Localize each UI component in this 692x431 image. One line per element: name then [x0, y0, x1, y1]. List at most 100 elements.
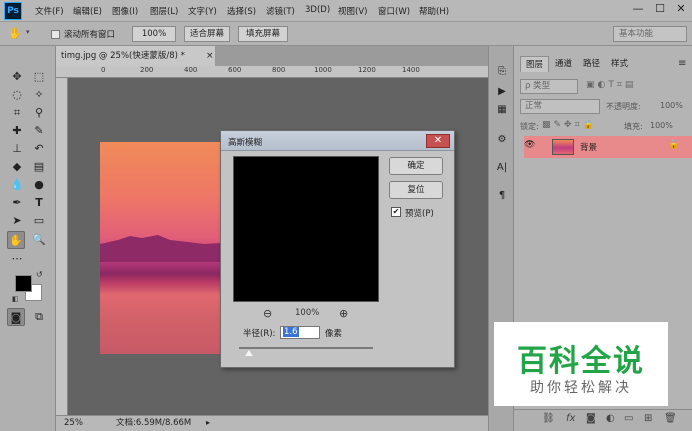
document-tab[interactable]: timg.jpg @ 25%(快速蒙版/8) * ×: [56, 46, 216, 66]
blur-preview[interactable]: [233, 156, 379, 302]
radius-slider-thumb[interactable]: [245, 350, 253, 356]
magic-wand-tool-icon[interactable]: ✧: [30, 86, 48, 104]
clone-stamp-tool-icon[interactable]: ⊥: [8, 140, 26, 158]
menu-filter[interactable]: 滤镜(T): [266, 5, 295, 17]
tab-layers[interactable]: 图层: [520, 56, 550, 72]
ruler-label: 800: [272, 66, 286, 74]
default-colors-icon[interactable]: ◧: [12, 295, 19, 303]
menu-type[interactable]: 文字(Y): [188, 5, 217, 17]
layers-panel-footer: ⛓ fx ◙ ◐ ▭ ⊞ 🗑: [514, 409, 692, 431]
eraser-tool-icon[interactable]: ◆: [8, 158, 26, 176]
ruler-label: 1000: [314, 66, 332, 74]
close-window-button[interactable]: ✕: [673, 2, 689, 18]
healing-brush-tool-icon[interactable]: ✚: [8, 122, 26, 140]
opacity-value[interactable]: 100%: [660, 101, 683, 110]
dodge-tool-icon[interactable]: ●: [30, 176, 48, 194]
preview-checkbox[interactable]: ✔: [391, 207, 401, 217]
shape-tool-icon[interactable]: ▭: [30, 212, 48, 230]
zoom-tool-icon[interactable]: 🔍: [30, 231, 48, 249]
ok-button[interactable]: 确定: [389, 157, 443, 175]
pen-tool-icon[interactable]: ✒: [8, 194, 26, 212]
workspace-select[interactable]: 基本功能: [613, 26, 687, 42]
fit-screen-button[interactable]: 适合屏幕: [184, 26, 230, 42]
new-group-icon[interactable]: ▭: [624, 413, 633, 424]
quick-mask-button[interactable]: ◙: [7, 308, 25, 326]
radius-slider-track[interactable]: [239, 347, 373, 349]
zoom-100-button[interactable]: 100%: [132, 26, 176, 42]
character-icon[interactable]: A|: [494, 160, 510, 176]
status-doc-size: 文档:6.59M/8.66M: [116, 418, 192, 428]
menu-image[interactable]: 图像(I): [112, 5, 138, 17]
ruler-label: 600: [228, 66, 242, 74]
eyedropper-tool-icon[interactable]: ⚲: [30, 104, 48, 122]
menu-file[interactable]: 文件(F): [35, 5, 64, 17]
blend-mode-select[interactable]: 正常: [520, 99, 600, 114]
filter-icons[interactable]: ▣◐T⌗▤: [586, 80, 636, 90]
adjustment-layer-icon[interactable]: ◐: [606, 413, 615, 424]
tab-paths[interactable]: 路径: [578, 56, 605, 72]
document-tab-title: timg.jpg @ 25%(快速蒙版/8) *: [61, 51, 185, 61]
panel-menu-icon[interactable]: ≡: [678, 58, 686, 69]
menu-select[interactable]: 选择(S): [227, 5, 256, 17]
fill-label: 填充:: [624, 122, 643, 131]
path-selection-tool-icon[interactable]: ➤: [8, 212, 26, 230]
lock-icons[interactable]: ▩✎✥⌗🔒: [542, 120, 597, 130]
scroll-all-windows-checkbox[interactable]: [51, 30, 60, 39]
zoom-out-icon[interactable]: ⊖: [263, 307, 272, 320]
status-zoom[interactable]: 25%: [64, 416, 83, 430]
lasso-tool-icon[interactable]: ◌: [8, 86, 26, 104]
status-bar: 25% 文档:6.59M/8.66M ▸: [56, 415, 488, 431]
link-layers-icon[interactable]: ⛓: [542, 413, 555, 424]
close-tab-icon[interactable]: ×: [206, 46, 214, 66]
history-brush-tool-icon[interactable]: ↶: [30, 140, 48, 158]
adjustments-icon[interactable]: ⚙: [494, 132, 510, 148]
type-tool-icon[interactable]: T: [30, 194, 48, 212]
tab-channels[interactable]: 通道: [550, 56, 577, 72]
paragraph-icon[interactable]: ¶: [494, 188, 510, 204]
properties-icon[interactable]: ▦: [494, 102, 510, 118]
new-layer-icon[interactable]: ⊞: [644, 413, 652, 424]
menu-3d[interactable]: 3D(D): [305, 5, 330, 15]
swap-colors-icon[interactable]: ↺: [36, 270, 43, 279]
add-mask-icon[interactable]: ◙: [586, 413, 596, 424]
crop-tool-icon[interactable]: ⌗: [8, 104, 26, 122]
menu-edit[interactable]: 编辑(E): [73, 5, 102, 17]
move-tool-icon[interactable]: ✥: [8, 68, 26, 86]
ruler-label: 1400: [402, 66, 420, 74]
gradient-tool-icon[interactable]: ▤: [30, 158, 48, 176]
maximize-button[interactable]: ☐: [652, 2, 668, 18]
visibility-eye-icon[interactable]: 👁: [524, 140, 535, 150]
mountain-silhouette: [100, 235, 222, 262]
history-icon[interactable]: ⎘: [494, 64, 510, 80]
vertical-ruler: [56, 78, 68, 415]
minimize-button[interactable]: —: [630, 2, 646, 18]
blur-tool-icon[interactable]: 💧: [8, 176, 26, 194]
fill-screen-button[interactable]: 填充屏幕: [238, 26, 288, 42]
menu-help[interactable]: 帮助(H): [419, 5, 449, 17]
layer-kind-filter[interactable]: ρ 类型: [520, 79, 578, 94]
watermark-logo: 百科全说 助你轻松解决: [494, 322, 668, 406]
layer-row-background[interactable]: 👁 背景 🔒: [524, 136, 692, 158]
zoom-in-icon[interactable]: ⊕: [339, 307, 348, 320]
tab-styles[interactable]: 样式: [606, 56, 633, 72]
tools-panel: ✥ ⬚ ◌ ✧ ⌗ ⚲ ✚ ✎ ⊥ ↶ ◆ ▤ 💧 ● ✒ T ➤ ▭ ✋ 🔍 …: [0, 46, 56, 431]
menu-window[interactable]: 窗口(W): [378, 5, 410, 17]
fill-value[interactable]: 100%: [650, 121, 673, 130]
radius-unit: 像素: [325, 329, 343, 339]
more-tools-icon[interactable]: ⋯: [8, 250, 26, 268]
hand-tool-button[interactable]: ✋: [7, 231, 25, 249]
screen-mode-icon[interactable]: ⧉: [30, 308, 48, 326]
radius-input[interactable]: 1.6: [280, 326, 320, 339]
marquee-tool-icon[interactable]: ⬚: [30, 68, 48, 86]
status-arrow-icon[interactable]: ▸: [206, 416, 210, 430]
brush-tool-icon[interactable]: ✎: [30, 122, 48, 140]
tool-preset-chevron-icon[interactable]: ▾: [26, 28, 30, 36]
reset-button[interactable]: 复位: [389, 181, 443, 199]
delete-layer-icon[interactable]: 🗑: [664, 413, 677, 424]
actions-play-icon[interactable]: ▶: [494, 84, 510, 100]
dialog-title-bar[interactable]: 高斯模糊 ✕: [221, 131, 454, 151]
menu-view[interactable]: 视图(V): [338, 5, 367, 17]
layer-style-icon[interactable]: fx: [566, 413, 575, 424]
menu-layer[interactable]: 图层(L): [150, 5, 178, 17]
close-icon[interactable]: ✕: [426, 134, 450, 148]
